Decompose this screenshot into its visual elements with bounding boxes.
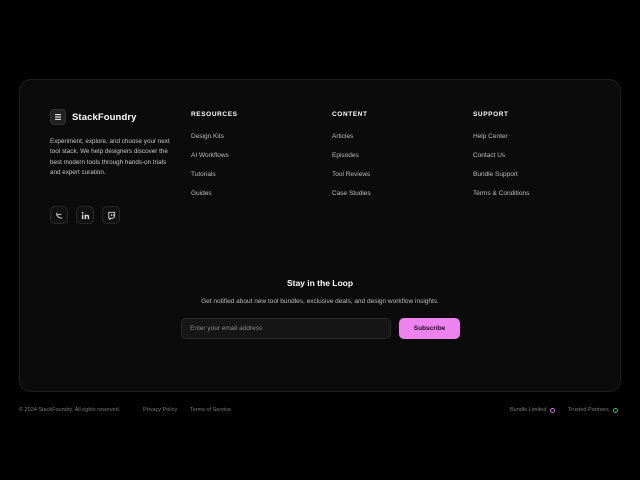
footer-card: StackFoundry Experiment, explore, and ch…	[19, 79, 621, 392]
trusted-partners-label: Trusted Partners	[568, 407, 609, 413]
bundle-limited-label: Bundle Limited	[510, 407, 547, 413]
link-help-center[interactable]: Help Center	[473, 133, 508, 140]
resources-column: RESOURCES Design Kits AI Workflows Tutor…	[191, 111, 238, 208]
social-links	[50, 206, 120, 224]
support-column: SUPPORT Help Center Contact Us Bundle Su…	[473, 111, 529, 208]
copyright-text: © 2024 StackFoundry. All rights reserved…	[19, 407, 121, 413]
status-dot-icon	[612, 407, 618, 413]
brand-name: StackFoundry	[72, 111, 137, 123]
newsletter-title: Stay in the Loop	[286, 278, 354, 288]
content-column: CONTENT Articles Episodes Tool Reviews C…	[332, 111, 371, 208]
status-dot-icon	[550, 407, 556, 413]
subscribe-button[interactable]: Subscribe	[399, 318, 460, 339]
trusted-partners-badge: Trusted Partners	[568, 407, 618, 413]
link-episodes[interactable]: Episodes	[332, 152, 359, 159]
privacy-policy-link[interactable]: Privacy Policy	[143, 407, 177, 413]
twitch-icon[interactable]	[102, 206, 120, 224]
content-heading: CONTENT	[332, 111, 368, 118]
linkedin-icon[interactable]	[76, 206, 94, 224]
link-case-studies[interactable]: Case Studies	[332, 190, 371, 197]
link-terms-conditions[interactable]: Terms & Conditions	[473, 190, 529, 197]
resources-heading: RESOURCES	[191, 111, 238, 118]
brand: StackFoundry	[50, 109, 137, 125]
link-guides[interactable]: Guides	[191, 190, 212, 197]
link-tutorials[interactable]: Tutorials	[191, 171, 216, 178]
footer-bottom-bar: © 2024 StackFoundry. All rights reserved…	[19, 407, 621, 417]
stack-logo-icon	[50, 109, 66, 125]
twitter-icon[interactable]	[50, 206, 68, 224]
support-heading: SUPPORT	[473, 111, 509, 118]
brand-description: Experiment, explore, and choose your nex…	[50, 138, 170, 177]
link-ai-workflows[interactable]: AI Workflows	[191, 152, 229, 159]
link-contact-us[interactable]: Contact Us	[473, 152, 505, 159]
email-input[interactable]	[181, 318, 391, 339]
link-articles[interactable]: Articles	[332, 133, 353, 140]
terms-of-service-link[interactable]: Terms of Service	[190, 407, 231, 413]
link-bundle-support[interactable]: Bundle Support	[473, 171, 518, 178]
link-tool-reviews[interactable]: Tool Reviews	[332, 171, 370, 178]
newsletter-subtitle: Get notified about new tool bundles, exc…	[201, 298, 439, 305]
link-design-kits[interactable]: Design Kits	[191, 133, 224, 140]
bundle-limited-badge: Bundle Limited	[510, 407, 556, 413]
